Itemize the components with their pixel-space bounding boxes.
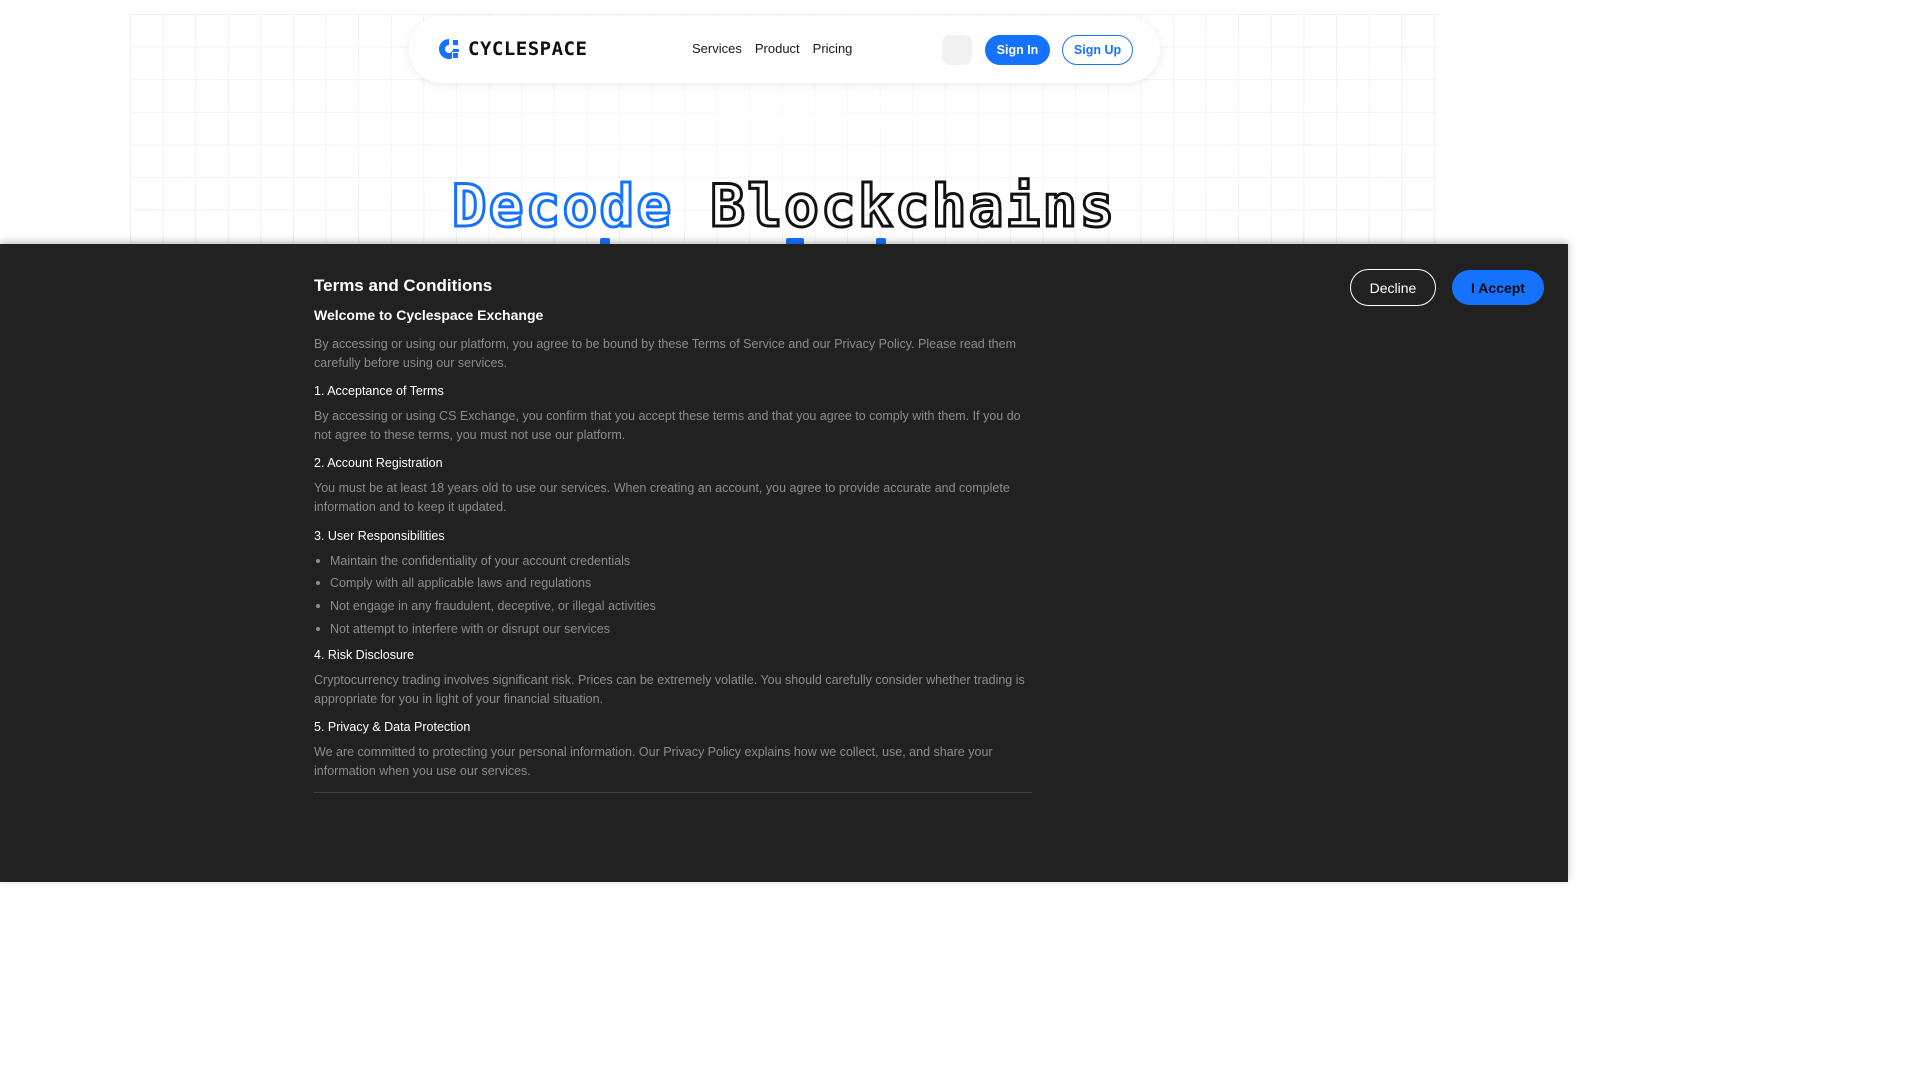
list-item: Maintain the confidentiality of your acc… — [314, 552, 1032, 570]
terms-overlay: Terms and Conditions Welcome to Cyclespa… — [0, 244, 1568, 882]
responsibilities-list: Maintain the confidentiality of your acc… — [314, 552, 1032, 638]
brand-name: CYCLESPACE — [468, 38, 588, 60]
hero-title: Decode Blockchains — [0, 171, 1568, 242]
nav-link-product[interactable]: Product — [755, 41, 800, 56]
section-body: We are committed to protecting your pers… — [314, 745, 993, 778]
brand-logo[interactable]: CYCLESPACE — [438, 38, 587, 60]
sign-in-button[interactable]: Sign In — [985, 35, 1050, 65]
terms-subtitle: Welcome to Cyclespace Exchange — [314, 307, 544, 323]
terms-intro: By accessing or using our platform, you … — [314, 337, 1016, 370]
section-heading: 5. Privacy & Data Protection — [314, 720, 471, 735]
list-item: Comply with all applicable laws and regu… — [314, 574, 1032, 592]
list-item: Not engage in any fraudulent, deceptive,… — [314, 597, 1032, 615]
nav-link-services[interactable]: Services — [692, 41, 742, 56]
theme-toggle-button[interactable] — [942, 35, 972, 65]
section-body: You must be at least 18 years old to use… — [314, 481, 1010, 514]
hero-title-rest: Blockchains — [709, 171, 1117, 242]
accept-button[interactable]: I Accept — [1452, 270, 1544, 305]
cyclespace-logo-icon — [438, 38, 460, 60]
sign-up-button[interactable]: Sign Up — [1062, 35, 1133, 65]
section-body: By accessing or using CS Exchange, you c… — [314, 409, 1021, 442]
nav-link-pricing[interactable]: Pricing — [813, 41, 853, 56]
section-heading: 4. Risk Disclosure — [314, 647, 415, 662]
section-heading: 3. User Responsibilities — [314, 528, 445, 543]
section-heading: 1. Acceptance of Terms — [314, 384, 444, 399]
divider — [314, 792, 1032, 794]
hero-title-accent: Decode — [450, 171, 674, 242]
nav-links: Services Product Pricing — [692, 41, 865, 56]
section-body: Cryptocurrency trading involves signific… — [314, 672, 1025, 706]
decline-button[interactable]: Decline — [1350, 269, 1436, 306]
top-navbar: CYCLESPACE Services Product Pricing Sign… — [409, 16, 1160, 83]
terms-content: Terms and Conditions Welcome to Cyclespa… — [314, 276, 1032, 794]
list-item: Not attempt to interfere with or disrupt… — [314, 620, 1032, 638]
section-heading: 2. Account Registration — [314, 456, 443, 471]
terms-title: Terms and Conditions — [314, 276, 493, 295]
